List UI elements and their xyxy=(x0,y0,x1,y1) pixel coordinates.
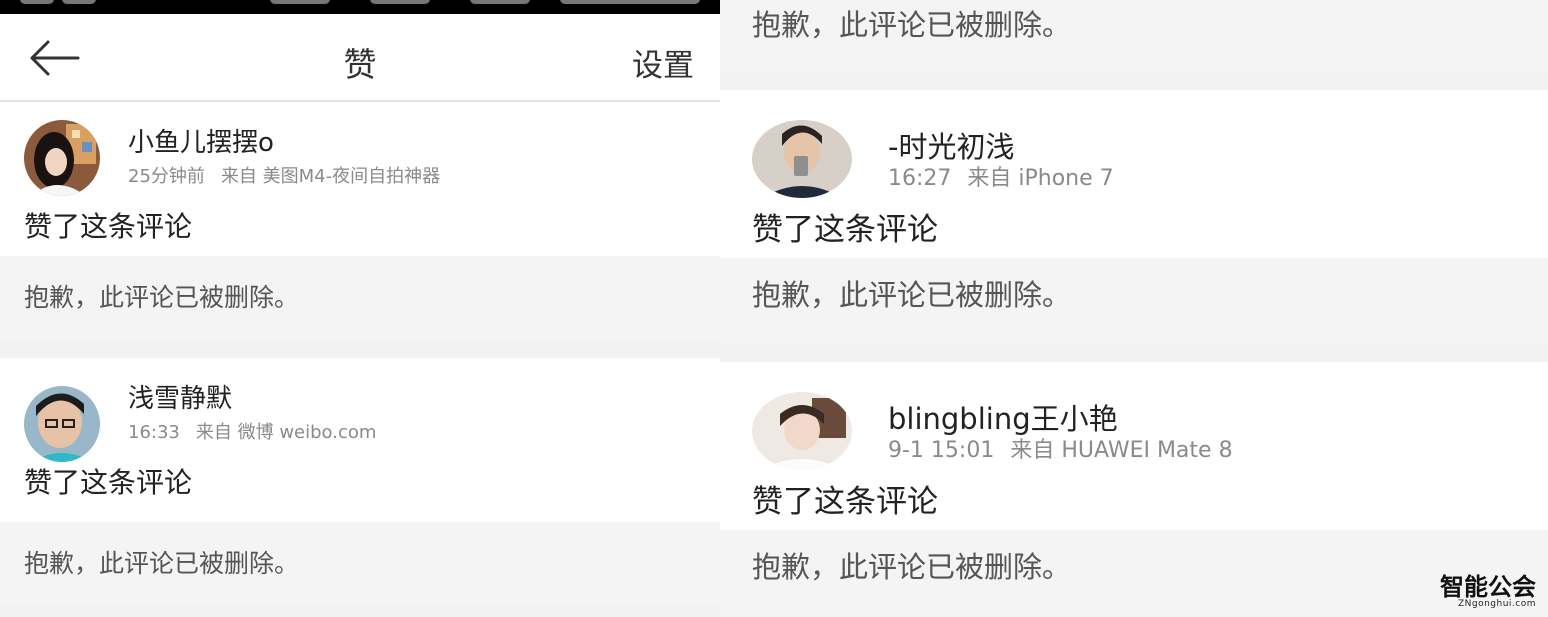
deleted-comment[interactable]: 抱歉，此评论已被删除。 xyxy=(720,258,1548,344)
avatar[interactable] xyxy=(24,386,100,462)
timestamp: 16:27 xyxy=(888,166,952,191)
post-meta: 16:33 来自 微博 weibo.com xyxy=(128,418,376,444)
post-meta: 25分钟前 来自 美图M4-夜间自拍神器 xyxy=(128,162,440,188)
deleted-comment[interactable]: 抱歉，此评论已被删除。 xyxy=(0,256,720,340)
timestamp: 25分钟前 xyxy=(128,166,205,187)
timestamp: 16:33 xyxy=(128,422,180,443)
timestamp: 9-1 15:01 xyxy=(888,438,995,463)
watermark-logo: 智能公会 ZNgonghui.com xyxy=(1440,575,1536,609)
like-action-text: 赞了这条评论 xyxy=(24,466,193,499)
watermark-text: 智能公会 xyxy=(1440,573,1536,601)
avatar[interactable] xyxy=(24,120,100,196)
status-icon xyxy=(470,0,530,4)
source-device: 来自 iPhone 7 xyxy=(967,166,1114,191)
like-item[interactable]: 小鱼儿摆摆o 25分钟前 来自 美图M4-夜间自拍神器 赞了这条评论 xyxy=(0,102,720,256)
status-icon xyxy=(20,0,54,4)
status-icon xyxy=(560,0,700,4)
deleted-comment[interactable]: 抱歉，此评论已被删除。 xyxy=(720,530,1548,617)
like-action-text: 赞了这条评论 xyxy=(752,484,938,520)
status-icon xyxy=(370,0,430,4)
like-item[interactable]: 浅雪静默 16:33 来自 微博 weibo.com 赞了这条评论 xyxy=(0,358,720,522)
like-action-text: 赞了这条评论 xyxy=(24,210,193,243)
username[interactable]: 浅雪静默 xyxy=(128,378,232,415)
avatar[interactable] xyxy=(752,392,852,470)
username[interactable]: 小鱼儿摆摆o xyxy=(128,122,274,159)
status-icon xyxy=(270,0,330,4)
deleted-comment[interactable]: 抱歉，此评论已被删除。 xyxy=(720,0,1548,72)
like-action-text: 赞了这条评论 xyxy=(752,212,938,248)
status-icon xyxy=(62,0,96,4)
source-device: 来自 微博 weibo.com xyxy=(195,422,377,443)
post-meta: 16:27 来自 iPhone 7 xyxy=(888,160,1114,192)
like-item[interactable]: -时光初浅 16:27 来自 iPhone 7 赞了这条评论 xyxy=(720,90,1548,258)
left-screenshot-panel: 赞 设置 小鱼儿摆摆o 25分钟前 来自 美图M4-夜间自拍神器 赞了这条评论 抱… xyxy=(0,0,720,617)
deleted-comment[interactable]: 抱歉，此评论已被删除。 xyxy=(0,522,720,606)
top-nav-bar: 赞 设置 xyxy=(0,14,720,102)
right-screenshot-panel: 抱歉，此评论已被删除。 -时光初浅 16:27 来自 iPhone 7 赞了这条评… xyxy=(720,0,1548,617)
post-meta: 9-1 15:01 来自 HUAWEI Mate 8 xyxy=(888,432,1233,464)
avatar[interactable] xyxy=(752,120,852,198)
status-bar xyxy=(0,0,720,14)
source-device: 来自 HUAWEI Mate 8 xyxy=(1010,438,1233,463)
page-title: 赞 xyxy=(343,45,377,84)
source-device: 来自 美图M4-夜间自拍神器 xyxy=(220,166,441,187)
settings-button[interactable]: 设置 xyxy=(632,40,694,85)
like-item[interactable]: blingbling王小艳 9-1 15:01 来自 HUAWEI Mate 8 … xyxy=(720,362,1548,530)
